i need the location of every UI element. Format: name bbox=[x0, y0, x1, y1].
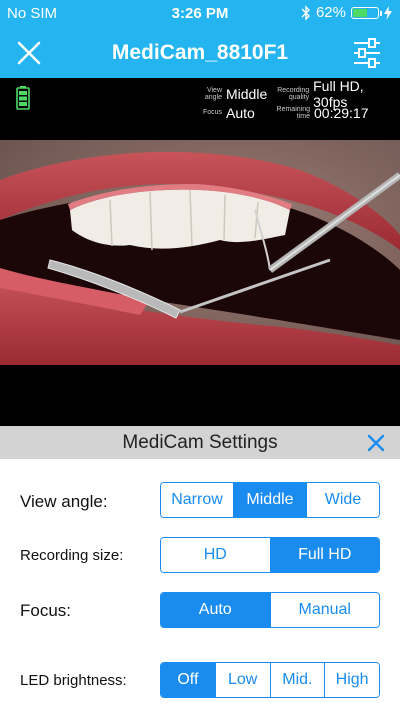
settings-title: MediCam Settings bbox=[122, 432, 278, 453]
battery-icon bbox=[351, 6, 382, 19]
view-angle-option-wide[interactable]: Wide bbox=[306, 483, 379, 517]
view-angle-option-narrow[interactable]: Narrow bbox=[161, 483, 233, 517]
close-icon bbox=[367, 434, 385, 452]
view-angle-label: View angle: bbox=[20, 492, 108, 511]
settings-panel: MediCam Settings View angle: Narrow Middl… bbox=[0, 426, 400, 710]
view-angle-option-middle[interactable]: Middle bbox=[233, 483, 306, 517]
led-brightness-segmented-control: Off Low Mid. High bbox=[160, 662, 380, 698]
led-brightness-option-high[interactable]: High bbox=[324, 663, 379, 697]
focus-info-value: Auto bbox=[226, 104, 255, 121]
recording-quality-info-label: Recording quality bbox=[277, 86, 310, 101]
focus-option-auto[interactable]: Auto bbox=[161, 593, 270, 627]
settings-button[interactable] bbox=[352, 37, 382, 69]
sliders-icon bbox=[354, 38, 380, 68]
recording-size-option-full-hd[interactable]: Full HD bbox=[269, 538, 379, 572]
recording-size-option-hd[interactable]: HD bbox=[161, 538, 270, 572]
camera-view: View angle Middle Focus Auto Recording q… bbox=[0, 78, 400, 426]
lightning-icon bbox=[384, 5, 392, 20]
status-bar: No SIM 3:26 PM 62% bbox=[0, 0, 400, 28]
battery-percent: 62% bbox=[315, 4, 346, 21]
recording-size-label: Recording size: bbox=[20, 547, 124, 564]
focus-row: Focus: Auto Manual bbox=[0, 592, 400, 632]
camera-info-right: Recording quality Full HD, 30fps Remaini… bbox=[268, 78, 400, 122]
focus-label: Focus: bbox=[20, 601, 72, 620]
remaining-time-info-label: Remaining time bbox=[276, 105, 310, 120]
status-right-group: 62% bbox=[301, 4, 392, 21]
view-angle-row: View angle: Narrow Middle Wide bbox=[0, 482, 400, 522]
remaining-time-info-value: 00:29:17 bbox=[314, 104, 369, 121]
nav-bar: MediCam_8810F1 bbox=[0, 28, 400, 78]
view-angle-info-label: View angle bbox=[204, 86, 222, 101]
battery-icon bbox=[16, 86, 30, 110]
focus-segmented-control: Auto Manual bbox=[160, 592, 380, 628]
led-brightness-option-off[interactable]: Off bbox=[161, 663, 215, 697]
focus-option-manual[interactable]: Manual bbox=[269, 593, 379, 627]
view-angle-info-value: Middle bbox=[226, 85, 268, 102]
led-brightness-option-mid[interactable]: Mid. bbox=[269, 663, 325, 697]
settings-panel-header: MediCam Settings bbox=[0, 426, 400, 459]
settings-close-button[interactable] bbox=[366, 433, 386, 453]
camera-preview-image bbox=[0, 140, 400, 365]
led-brightness-row: LED brightness: Off Low Mid. High bbox=[0, 662, 400, 702]
led-brightness-option-low[interactable]: Low bbox=[214, 663, 270, 697]
device-title: MediCam_8810F1 bbox=[111, 41, 289, 64]
recording-size-segmented-control: HD Full HD bbox=[160, 537, 380, 573]
recording-size-row: Recording size: HD Full HD bbox=[0, 537, 400, 577]
focus-info-label: Focus bbox=[202, 109, 222, 116]
camera-info-left: View angle Middle Focus Auto bbox=[192, 84, 267, 122]
bluetooth-icon bbox=[301, 4, 310, 21]
battery-level-fill bbox=[353, 8, 367, 17]
led-brightness-label: LED brightness: bbox=[20, 672, 127, 689]
view-angle-segmented-control: Narrow Middle Wide bbox=[160, 482, 380, 518]
